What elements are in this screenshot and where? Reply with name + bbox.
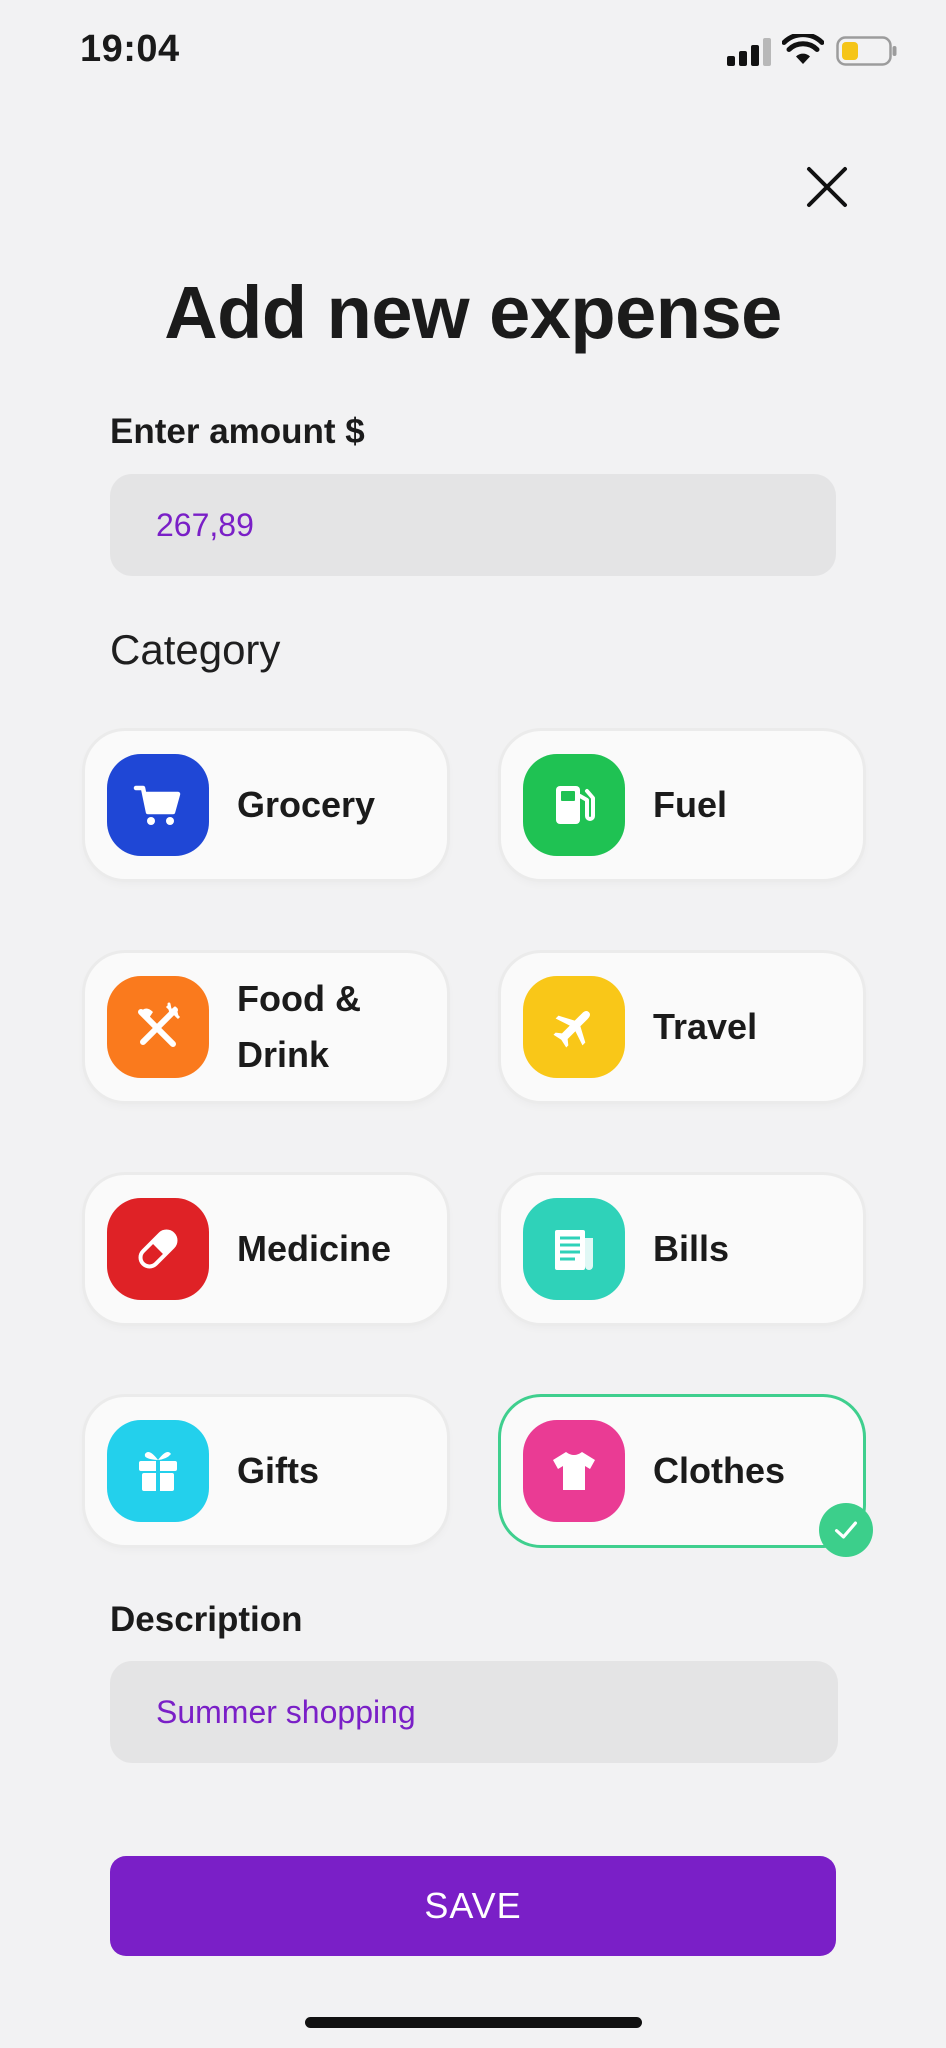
description-label: Description — [110, 1600, 303, 1639]
fork-knife-icon — [138, 1002, 181, 1047]
category-card-clothes[interactable]: Clothes — [501, 1397, 873, 1557]
grocery-icon-box — [107, 754, 209, 856]
category-label-medicine: Medicine — [237, 1228, 392, 1269]
fuel-pump-icon — [556, 786, 595, 824]
status-time: 19:04 — [80, 28, 180, 70]
selected-check-badge — [819, 1503, 873, 1557]
close-icon — [807, 167, 847, 207]
category-label-bills: Bills — [653, 1228, 730, 1269]
category-card-fuel[interactable]: Fuel — [501, 731, 863, 879]
save-button[interactable]: SAVE — [110, 1856, 836, 1956]
category-title: Category — [110, 626, 281, 673]
medicine-icon-box — [107, 1198, 209, 1300]
battery-icon — [836, 36, 897, 66]
category-label-travel: Travel — [653, 1006, 758, 1047]
category-card-food-drink[interactable]: Food & Drink — [85, 953, 447, 1101]
cellular-signal-icon — [727, 38, 771, 66]
close-button[interactable] — [800, 160, 854, 214]
wifi-icon — [782, 34, 824, 64]
checkmark-icon — [834, 1521, 858, 1539]
category-label-clothes: Clothes — [653, 1450, 786, 1491]
bills-icon-box — [523, 1198, 625, 1300]
airplane-icon — [553, 1011, 590, 1048]
category-label-grocery: Grocery — [237, 784, 376, 825]
amount-input[interactable] — [110, 474, 836, 576]
pill-icon — [138, 1229, 178, 1269]
fuel-icon-box — [523, 754, 625, 856]
tshirt-icon — [553, 1452, 595, 1490]
clothes-icon-box — [523, 1420, 625, 1522]
cart-icon — [133, 785, 181, 825]
category-card-travel[interactable]: Travel — [501, 953, 863, 1101]
gifts-icon-box — [107, 1420, 209, 1522]
home-indicator — [305, 2017, 642, 2028]
amount-label: Enter amount $ — [110, 412, 365, 451]
receipt-icon — [555, 1230, 593, 1270]
category-label-food-drink: Food & Drink — [237, 978, 361, 1075]
category-label-fuel: Fuel — [653, 784, 728, 825]
gift-icon — [139, 1452, 177, 1491]
page-title: Add new expense — [164, 271, 782, 354]
category-card-medicine[interactable]: Medicine — [85, 1175, 447, 1323]
category-card-grocery[interactable]: Grocery — [85, 731, 447, 879]
category-label-gifts: Gifts — [237, 1450, 320, 1491]
description-input[interactable] — [110, 1661, 838, 1763]
status-bar: 19:04 — [0, 0, 946, 100]
food-drink-icon-box — [107, 976, 209, 1078]
category-card-bills[interactable]: Bills — [501, 1175, 863, 1323]
category-card-gifts[interactable]: Gifts — [85, 1397, 447, 1545]
travel-icon-box — [523, 976, 625, 1078]
